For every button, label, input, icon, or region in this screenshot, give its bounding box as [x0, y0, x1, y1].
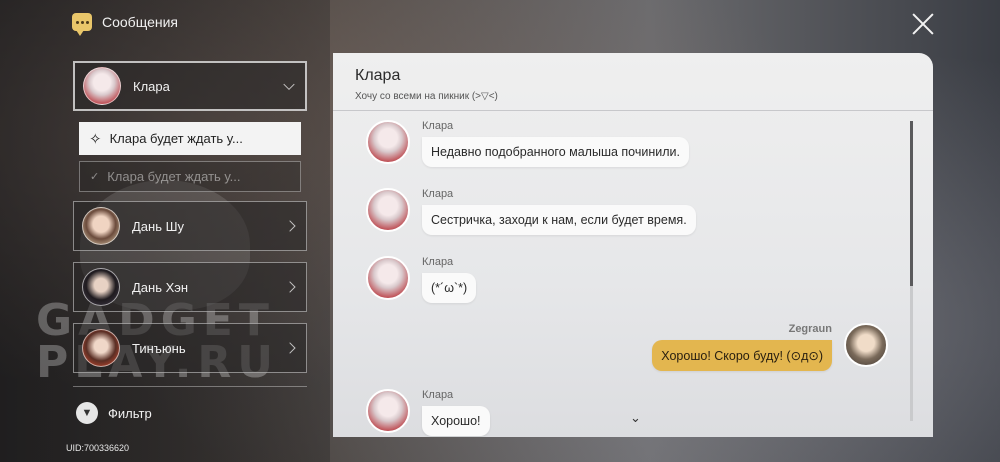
chevron-right-icon — [284, 220, 296, 232]
contact-name: Тинъюнь — [132, 340, 186, 356]
message-icon — [72, 13, 92, 36]
chat-header: Клара Хочу со всеми на пикник (>▽<) — [355, 67, 498, 102]
filter-button[interactable]: ▼ Фильтр — [76, 402, 152, 424]
chat-message-own: Zegraun Хорошо! Скоро буду! (⊙д⊙) — [366, 323, 888, 383]
contact-dan-shu[interactable]: Дань Шу — [73, 201, 307, 251]
contact-name: Клара — [133, 78, 170, 94]
check-icon: ✓ — [90, 171, 100, 183]
scrollbar-thumb[interactable] — [910, 121, 913, 286]
chat-panel: Клара Хочу со всеми на пикник (>▽<) Клар… — [333, 53, 933, 437]
messages-header: Сообщения — [72, 13, 178, 36]
klara-avatar — [366, 120, 410, 164]
contact-klara[interactable]: Клара — [73, 61, 307, 111]
chat-header-divider — [333, 110, 933, 111]
message-bubble: Хорошо! — [422, 406, 490, 436]
klara-avatar — [366, 256, 410, 300]
message-bubble: Сестричка, заходи к нам, если будет врем… — [422, 205, 696, 235]
messages-title: Сообщения — [102, 14, 178, 30]
chat-message: Клара (*´ω`*) — [366, 256, 886, 316]
scroll-down-icon[interactable]: ⌄ — [630, 410, 641, 426]
chat-message: Клара Сестричка, заходи к нам, если буде… — [366, 188, 886, 248]
chat-subtitle: Хочу со всеми на пикник (>▽<) — [355, 91, 498, 102]
message-sender: Zegraun — [788, 323, 832, 335]
message-sender: Клара — [422, 188, 454, 200]
chevron-right-icon — [284, 281, 296, 293]
message-sender: Клара — [422, 120, 454, 132]
dan-shu-avatar — [82, 207, 120, 245]
message-sender: Клара — [422, 389, 454, 401]
uid-label: UID:700336620 — [66, 443, 130, 453]
chat-message: Клара Хорошо! — [366, 389, 886, 437]
chat-message: Клара Недавно подобранного малыша почини… — [366, 120, 886, 180]
user-avatar — [844, 323, 888, 367]
contact-tinyun[interactable]: Тинъюнь — [73, 323, 307, 373]
message-sender: Клара — [422, 256, 454, 268]
klara-avatar — [366, 389, 410, 433]
task-done[interactable]: ✓ Клара будет ждать у... — [79, 161, 301, 192]
chevron-right-icon — [284, 342, 296, 354]
message-bubble: Недавно подобранного малыша починили. — [422, 137, 689, 167]
sparkle-icon: ✧ — [89, 130, 102, 148]
chevron-down-icon — [283, 78, 295, 91]
chat-title: Клара — [355, 67, 401, 84]
message-bubble: (*´ω`*) — [422, 273, 477, 303]
task-label: Клара будет ждать у... — [109, 131, 243, 146]
contact-dan-hen[interactable]: Дань Хэн — [73, 262, 307, 312]
task-current[interactable]: ✧ Клара будет ждать у... — [79, 122, 301, 155]
contact-name: Дань Хэн — [132, 279, 189, 295]
dan-hen-avatar — [82, 268, 120, 306]
klara-avatar — [366, 188, 410, 232]
filter-icon: ▼ — [76, 402, 98, 424]
klara-avatar — [83, 67, 121, 105]
tinyun-avatar — [82, 329, 120, 367]
sidebar-divider — [73, 386, 307, 387]
close-button[interactable] — [909, 10, 937, 38]
task-label: Клара будет ждать у... — [107, 169, 241, 184]
message-bubble: Хорошо! Скоро буду! (⊙д⊙) — [652, 340, 832, 371]
filter-label: Фильтр — [108, 405, 152, 421]
contact-name: Дань Шу — [132, 218, 185, 234]
